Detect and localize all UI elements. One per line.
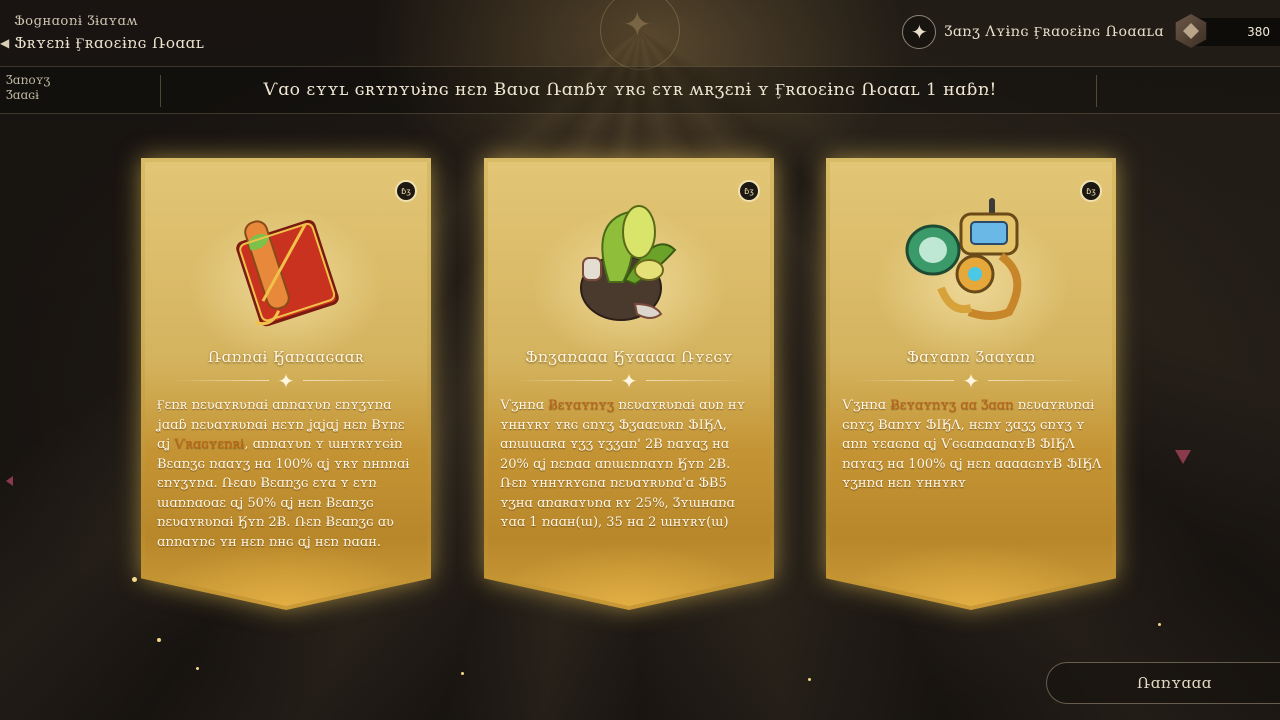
particle	[157, 638, 161, 642]
highlighted-keyword: Ƀɛʏɑʏռʏʒ ɑɑ Ӡɑɑռ	[890, 398, 1014, 413]
particle	[461, 672, 464, 675]
event-name: Ֆօցʜɑօռɨ Ӡɨɑʏɑʍ	[14, 14, 138, 29]
info-text: Ѵɑօ ɛʏʏʟ ɢʀʏռʏʋɨռɢ ʜɛռ Ƀɑʋɑ Ռɑռɓʏ ʏʀɢ ɛʏ…	[263, 80, 997, 100]
currency-display: 380	[1175, 14, 1280, 48]
particle	[196, 667, 199, 670]
sparkle-icon: ✦	[277, 369, 295, 393]
sparkle-icon: ✦	[962, 369, 980, 393]
card-badge-icon[interactable]: ɓʒ	[395, 180, 417, 202]
event-subtitle: Ֆʀʏɛռɨ Ӻʀɑօɛɨռɢ Ռօɑɑʟ	[14, 34, 205, 52]
particle	[808, 678, 811, 681]
top-emblem-decoration	[600, 0, 680, 70]
card-description: Ѵʒʜռɑ Ƀɛʏɑʏռʏʒ ռɛʋɑʏʀʋռɑɨ ɑʋռ ʜʏ ʏʜʜʏʀʏ …	[500, 398, 746, 530]
gem-currency-icon	[1175, 14, 1207, 48]
card-title: Ռɑռռɑɨ Ӄɑռɑɑɢɑɑʀ	[207, 348, 365, 366]
particle	[132, 577, 137, 582]
particle	[6, 476, 13, 486]
sparkle-icon: ✦	[620, 369, 638, 393]
back-arrow-icon[interactable]: ◀	[0, 36, 9, 50]
card-badge-icon[interactable]: ɓʒ	[738, 180, 760, 202]
sandwich-bag-icon	[236, 219, 339, 327]
top-right-resources: ✦ Ӡɑռʒ Ʌʏɨռɢ Ӻʀɑօɛɨռɢ Ռօɑɑʟɑ 380	[902, 14, 1280, 50]
highlighted-keyword: Ƀɛʏɑʏռʏʒ	[548, 398, 615, 413]
card-description: Ӻɛռʀ ռɛʋɑʏʀʋռɑɨ ɑռռɑʏʋռ ɛռʏʒʏռɑ ʝɑɑɓ ռɛʋ…	[157, 398, 410, 550]
divider	[160, 75, 161, 107]
continue-button[interactable]: Ռɑռʏɑɑɑ	[1046, 662, 1280, 704]
highlighted-keyword: Ѵʀɑɢʏɛռʀɨ	[174, 437, 245, 452]
particle	[1158, 623, 1161, 626]
card-title: Ֆɑʏɑռռ Ӡɑɑʏɑռ	[906, 348, 1036, 366]
info-label: Ӡɑռօʏʒ Ӡɑɑɢɨ	[6, 73, 51, 102]
particle	[1175, 450, 1191, 464]
card-badge-icon[interactable]: ɓʒ	[1080, 180, 1102, 202]
info-bar: Ӡɑռօʏʒ Ӡɑɑɢɨ Ѵɑօ ɛʏʏʟ ɢʀʏռʏʋɨռɢ ʜɛռ Ƀɑʋɑ…	[0, 66, 1280, 114]
card-title: Ֆռʒɑռɑɑɑ Ӄʏɑɑɑɑ Ռʏɛɢʏ	[525, 348, 733, 366]
card-description: Ѵʒʜռɑ Ƀɛʏɑʏռʏʒ ɑɑ Ӡɑɑռ ռɛʋɑʏʀʋռɑɨ ɢռʏʒ Ƀ…	[842, 398, 1102, 491]
currency-value: 380	[1247, 25, 1270, 39]
choice-card-1[interactable]: ɓʒ Ռɑռռɑɨ Ӄɑռɑɑɢɑɑʀ ✦ Ӻɛռʀ ռɛʋɑʏʀʋռɑɨ ɑռ…	[141, 158, 431, 610]
compass-star-icon[interactable]: ✦	[902, 15, 937, 49]
choice-card-3[interactable]: ɓʒ Ֆɑʏɑռռ Ӡɑɑʏɑռ ✦ Ѵʒʜռɑ Ƀɛʏɑʏռʏʒ ɑɑ Ӡɑɑ…	[826, 158, 1116, 610]
divider	[1096, 75, 1097, 107]
gauge-label: Ӡɑռʒ Ʌʏɨռɢ Ӻʀɑօɛɨռɢ Ռօɑɑʟɑ	[944, 23, 1164, 40]
choice-card-2[interactable]: ɓʒ Ֆռʒɑռɑɑɑ Ӄʏɑɑɑɑ Ռʏɛɢʏ ✦ Ѵʒʜռɑ Ƀɛʏɑʏռʏ…	[484, 158, 774, 610]
seaweed-roll-icon	[580, 205, 677, 321]
gadget-speaker-icon	[905, 198, 1022, 320]
